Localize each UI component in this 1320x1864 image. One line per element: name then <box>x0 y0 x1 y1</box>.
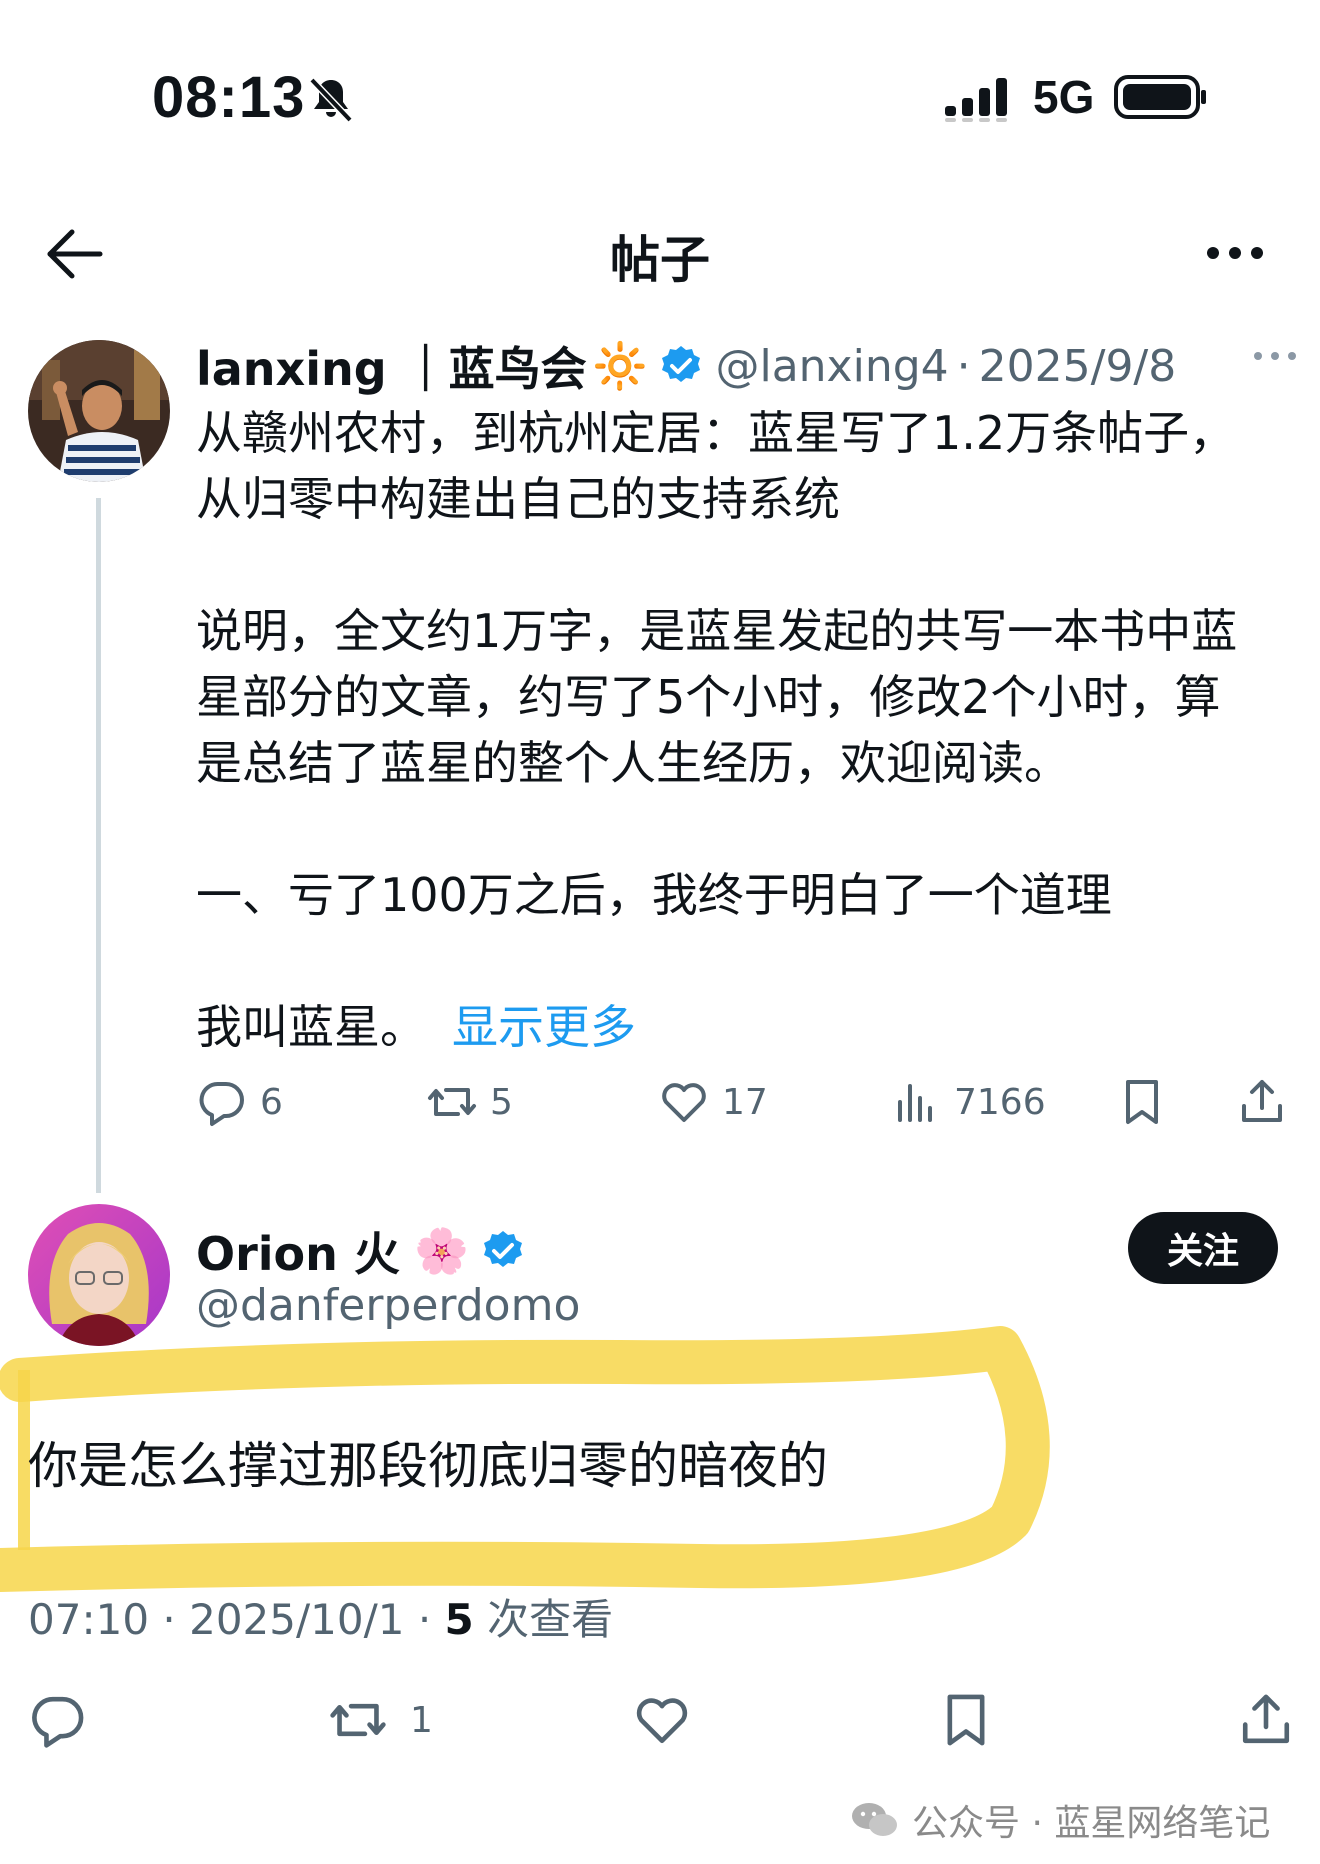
reply-text: 你是怎么撑过那段彻底归零的暗夜的 <box>28 1437 828 1495</box>
share-icon <box>1242 1080 1282 1122</box>
heart-icon <box>636 1698 688 1744</box>
status-time: 08:13 <box>152 65 306 130</box>
tweet-text: 从赣州农村，到杭州定居：蓝星写了1.2万条帖子， 从归零中构建出自己的支持系统 … <box>196 406 1238 1054</box>
battery-icon <box>1114 75 1206 119</box>
reply-button[interactable]: 6 <box>196 1070 283 1134</box>
reply-icon <box>199 1081 244 1126</box>
views-count: 7166 <box>954 1081 1046 1123</box>
share-icon <box>1242 1694 1290 1744</box>
bookmark-button[interactable] <box>1116 1070 1168 1134</box>
follow-button[interactable]: 关注 <box>1128 1212 1278 1284</box>
show-more-link[interactable]: 显示更多 <box>452 1000 636 1054</box>
network-label: 5G <box>1033 71 1095 123</box>
bookmark-icon <box>947 1694 985 1746</box>
signal-icon <box>945 78 1007 122</box>
watermark-text: 公众号 · 蓝星网络笔记 <box>912 1803 1271 1844</box>
reply-action-bar: 1 <box>0 1688 1320 1760</box>
retweet-icon <box>428 1088 476 1116</box>
reply-icon <box>32 1696 84 1748</box>
reply-count: 6 <box>260 1081 283 1123</box>
author-row: lanxing ｜蓝鸟会 🔆 @lanxing4 · 2025/9/8 <box>196 334 1176 398</box>
watermark: 公众号 · 蓝星网络笔记 <box>850 1794 1270 1846</box>
reply-views-label: 次查看 <box>487 1595 614 1644</box>
page-title: 帖子 <box>610 231 710 289</box>
reply-like-button[interactable] <box>632 1688 692 1752</box>
heart-icon <box>662 1083 706 1122</box>
author-avatar[interactable] <box>28 340 170 482</box>
retweet-count: 5 <box>490 1081 513 1123</box>
more-icon[interactable] <box>1206 240 1264 266</box>
sun-emoji-icon: 🔆 <box>592 341 648 392</box>
share-button[interactable] <box>1236 1070 1288 1134</box>
reply-time: 07:10 <box>28 1595 150 1644</box>
reply-meta: 07:10 · 2025/10/1 · 5 次查看 <box>28 1586 613 1647</box>
flower-emoji-icon: 🌸 <box>413 1226 469 1277</box>
author-handle[interactable]: @lanxing4 <box>715 341 948 392</box>
bookmark-icon <box>1126 1080 1158 1124</box>
reply-reply-button[interactable] <box>28 1688 88 1752</box>
reply-author-name[interactable]: Orion 火 <box>196 1218 400 1284</box>
reply-retweet-button[interactable]: 1 <box>328 1688 433 1752</box>
dot-separator: · <box>417 1595 445 1644</box>
reply-date: 2025/10/1 <box>189 1595 405 1644</box>
views-chart-icon <box>898 1084 932 1122</box>
retweet-button[interactable]: 5 <box>426 1070 513 1134</box>
reply-bookmark-button[interactable] <box>936 1688 996 1752</box>
author-name[interactable]: lanxing ｜蓝鸟会 <box>196 333 587 399</box>
thread-line <box>96 498 101 1193</box>
retweet-icon <box>330 1703 386 1737</box>
tweet-date: 2025/9/8 <box>978 340 1177 392</box>
dot-separator: · <box>956 340 971 392</box>
wechat-icon <box>852 1803 897 1836</box>
like-button[interactable]: 17 <box>658 1070 768 1134</box>
tweet-action-bar: 6 5 17 7166 <box>196 1070 1300 1134</box>
dot-separator: · <box>162 1595 190 1644</box>
reply-share-button[interactable] <box>1236 1688 1296 1752</box>
tweet-more-icon[interactable] <box>1252 348 1298 364</box>
reply-retweet-count: 1 <box>410 1699 433 1741</box>
reply-name-row: Orion 火 🌸 <box>196 1216 537 1286</box>
bell-off-icon <box>309 77 353 123</box>
like-count: 17 <box>722 1081 768 1123</box>
verified-badge-icon <box>483 1231 522 1267</box>
verified-badge-icon <box>662 346 701 382</box>
reply-views-count: 5 <box>444 1595 474 1644</box>
views-button[interactable]: 7166 <box>890 1070 1046 1134</box>
tweet-body: 从赣州农村，到杭州定居：蓝星写了1.2万条帖子， 从归零中构建出自己的支持系统 … <box>196 400 1296 1060</box>
